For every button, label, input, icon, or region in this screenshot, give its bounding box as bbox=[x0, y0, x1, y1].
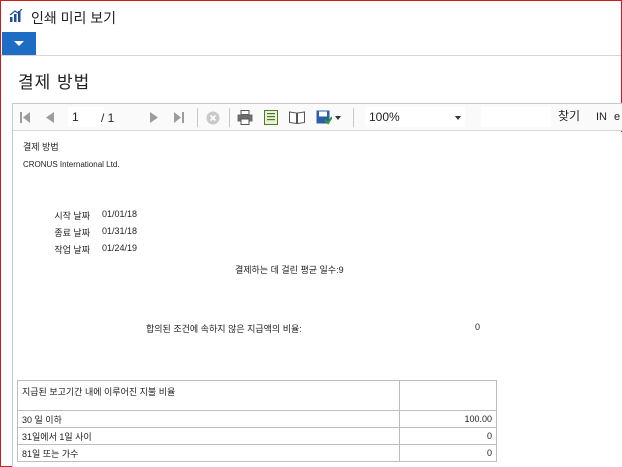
row-label: 30 일 이하 bbox=[17, 410, 400, 428]
printer-icon bbox=[237, 110, 253, 125]
table-header-cell: 지급된 보고기간 내에 이루어진 지불 비율 bbox=[17, 380, 400, 411]
last-page-button[interactable] bbox=[171, 104, 187, 131]
zoom-dropdown-icon bbox=[455, 116, 461, 120]
start-date-label: 시작 날짜 bbox=[54, 211, 90, 221]
first-page-icon bbox=[20, 112, 30, 123]
app-logo-icon bbox=[9, 9, 23, 22]
avg-days-value: 9 bbox=[338, 265, 344, 275]
previous-page-icon bbox=[46, 112, 54, 123]
first-page-button[interactable] bbox=[17, 104, 33, 131]
end-date-label: 종료 날짜 bbox=[54, 228, 90, 238]
table-row: 30 일 이하 100.00 bbox=[17, 410, 497, 428]
save-export-icon bbox=[316, 110, 332, 125]
book-icon bbox=[289, 111, 305, 124]
company-name: CRONUS International Ltd. bbox=[23, 160, 120, 169]
find-button[interactable]: 찾기 bbox=[558, 107, 580, 124]
next-page-icon bbox=[150, 112, 158, 123]
chevron-down-icon bbox=[14, 41, 24, 46]
table-row: 31일에서 1일 사이 0 bbox=[17, 427, 497, 445]
not-within-terms-label: 합의된 조건에 속하지 않은 지급액의 비율: bbox=[146, 324, 302, 334]
last-page-icon bbox=[174, 112, 184, 123]
find-in-label: IN bbox=[596, 111, 607, 123]
viewer-toolbar: 1 / 1 100% 찾기 IN e bbox=[13, 104, 622, 131]
toolbar-separator bbox=[229, 108, 230, 127]
table-row: 81일 또는 가수 0 bbox=[17, 444, 497, 462]
toolbar-separator bbox=[353, 108, 354, 127]
table-header-empty-cell bbox=[399, 380, 497, 411]
row-value: 0 bbox=[399, 427, 497, 445]
payment-percentage-table: 지급된 보고기간 내에 이루어진 지불 비율 30 일 이하 100.00 31… bbox=[17, 380, 497, 462]
ribbon bbox=[1, 32, 621, 56]
work-date-value: 01/24/19 bbox=[102, 243, 138, 253]
print-layout-icon bbox=[264, 110, 278, 125]
row-value: 0 bbox=[399, 444, 497, 462]
not-within-terms-value: 0 bbox=[475, 322, 481, 332]
work-date-label: 작업 날짜 bbox=[54, 245, 90, 255]
stop-icon bbox=[206, 111, 220, 124]
export-button[interactable] bbox=[313, 104, 343, 131]
row-value: 100.00 bbox=[399, 410, 497, 428]
page-setup-button[interactable] bbox=[287, 104, 307, 131]
next-page-button[interactable] bbox=[147, 104, 161, 131]
print-layout-button[interactable] bbox=[261, 104, 281, 131]
table-header-row: 지급된 보고기간 내에 이루어진 지불 비율 bbox=[17, 380, 497, 411]
find-next-label[interactable]: e bbox=[614, 111, 620, 123]
avg-days-label: 결제하는 데 걸린 평균 일수: bbox=[235, 265, 339, 275]
row-label: 31일에서 1일 사이 bbox=[17, 427, 400, 445]
avg-days-text: 결제하는 데 걸린 평균 일수:9 bbox=[235, 263, 344, 276]
end-date-value: 01/31/18 bbox=[102, 226, 138, 236]
report-page: 결제 방법 CRONUS International Ltd. 시작 날짜 01… bbox=[13, 132, 622, 467]
report-viewer: 1 / 1 100% 찾기 IN e 결제 방법 CRONUS Internat… bbox=[12, 103, 622, 467]
window-title: 인쇄 미리 보기 bbox=[31, 10, 117, 26]
find-input[interactable] bbox=[481, 107, 551, 127]
page-title: 결제 방법 bbox=[18, 73, 91, 92]
current-page-input[interactable]: 1 bbox=[68, 107, 104, 127]
stop-button[interactable] bbox=[203, 104, 223, 131]
export-dropdown-icon bbox=[334, 115, 341, 120]
row-label: 81일 또는 가수 bbox=[17, 444, 400, 462]
report-heading: 결제 방법 bbox=[23, 142, 59, 152]
zoom-select[interactable]: 100% bbox=[365, 107, 465, 127]
ribbon-menu-button[interactable] bbox=[2, 32, 36, 55]
title-bar: 인쇄 미리 보기 bbox=[1, 1, 621, 31]
toolbar-separator bbox=[197, 108, 198, 127]
total-pages-label: / 1 bbox=[101, 111, 115, 125]
start-date-value: 01/01/18 bbox=[102, 209, 138, 219]
previous-page-button[interactable] bbox=[43, 104, 57, 131]
print-button[interactable] bbox=[235, 104, 255, 131]
